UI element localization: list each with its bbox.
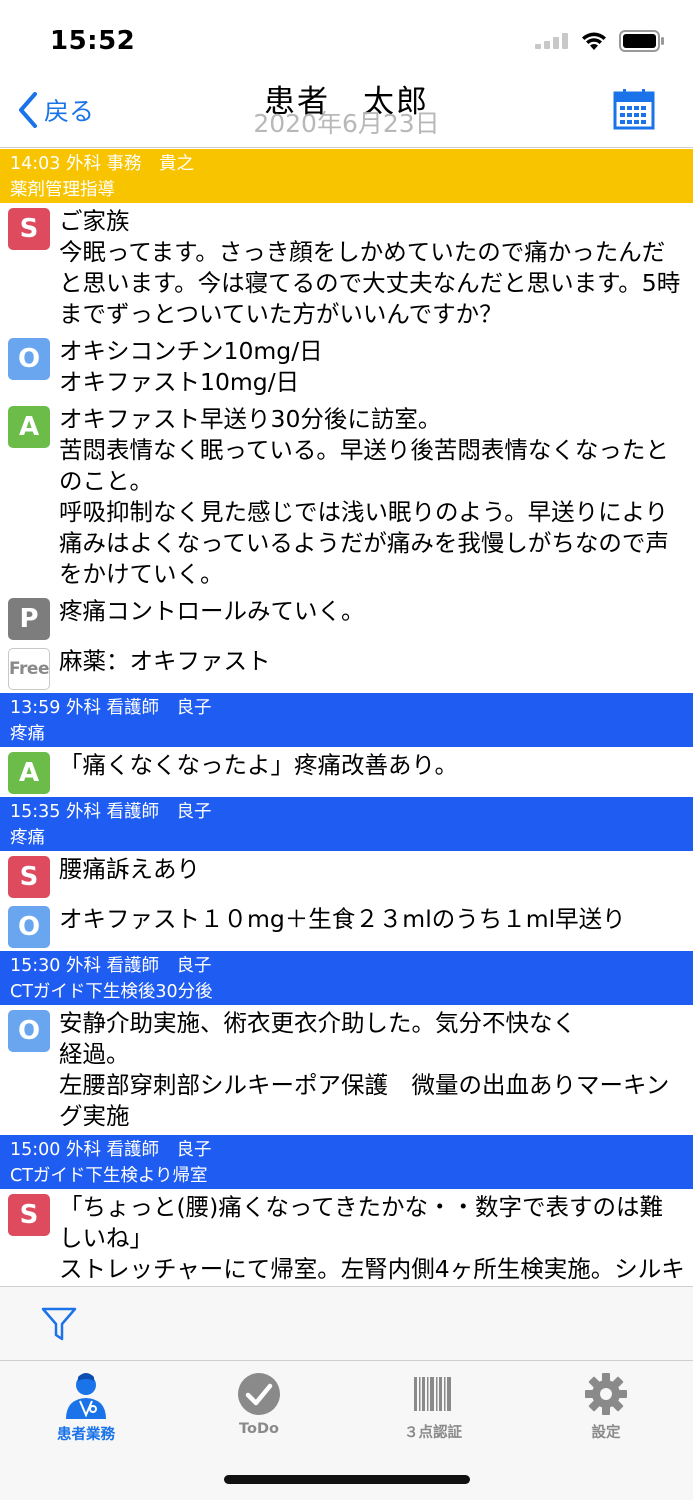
soap-text: 麻薬：オキファスト xyxy=(59,647,271,675)
record-header[interactable]: 13:59 外科 看護師 良子 疼痛 xyxy=(0,693,693,747)
tab-label: ToDo xyxy=(239,1421,279,1437)
soap-text: 「痛くなくなったよ」疼痛改善あり。 xyxy=(59,751,459,779)
record-title: CTガイド下生検後30分後 xyxy=(10,982,213,1002)
home-indicator xyxy=(224,1475,470,1484)
soap-row[interactable]: A 「痛くなくなったよ」疼痛改善あり。 xyxy=(0,747,693,797)
record-header[interactable]: 15:30 外科 看護師 良子 CTガイド下生検後30分後 xyxy=(0,951,693,1005)
record-date: 2020年6月23日 xyxy=(253,109,440,138)
soap-row[interactable]: S ご家族 今眠ってます。さっき顔をしかめていたので痛かったんだと思います。今は寝… xyxy=(0,203,693,333)
record-header[interactable]: 15:00 外科 看護師 良子 CTガイド下生検より帰室 xyxy=(0,1135,693,1189)
soap-badge-o: O xyxy=(8,906,50,948)
tab-label: 患者業務 xyxy=(57,1427,115,1443)
gear-icon xyxy=(585,1373,627,1415)
calendar-button[interactable] xyxy=(613,88,655,134)
soap-row[interactable]: Free 麻薬：オキファスト xyxy=(0,643,693,693)
soap-text: オキシコンチン10mg/日 オキファスト10mg/日 xyxy=(59,337,323,396)
soap-row[interactable]: O オキシコンチン10mg/日 オキファスト10mg/日 xyxy=(0,333,693,401)
battery-icon xyxy=(619,30,664,52)
soap-badge-o: O xyxy=(8,338,50,380)
soap-text: ご家族 今眠ってます。さっき顔をしかめていたので痛かったんだと思います。今は寝て… xyxy=(59,207,681,328)
tab-patient-tasks[interactable]: 患者業務 xyxy=(26,1371,146,1444)
soap-text: オキファスト早送り30分後に訪室。 苦悶表情なく眠っている。早送り後苦悶表情なく… xyxy=(59,405,669,588)
record-meta: 15:30 外科 看護師 良子 xyxy=(10,956,212,976)
barcode-icon xyxy=(414,1377,451,1411)
check-icon xyxy=(238,1373,280,1415)
tab-label: ３点認証 xyxy=(404,1425,462,1441)
filter-icon xyxy=(41,1307,77,1341)
record-title: 疼痛 xyxy=(10,724,45,744)
soap-text: オキファスト１０mg＋生食２３mlのうち１ml早送り xyxy=(59,905,626,933)
soap-text: 腰痛訴えあり xyxy=(59,855,200,883)
status-bar: 15:52 xyxy=(0,0,693,80)
record-meta: 15:00 外科 看護師 良子 xyxy=(10,1140,212,1160)
record-title: 薬剤管理指導 xyxy=(10,180,115,200)
record-list[interactable]: 14:03 外科 事務 貴之 薬剤管理指導 S ご家族 今眠ってます。さっき顔をしかめ… xyxy=(0,149,693,1286)
wifi-icon xyxy=(582,32,606,50)
tab-settings[interactable]: 設定 xyxy=(546,1371,666,1442)
soap-badge-o: O xyxy=(8,1010,50,1052)
soap-row[interactable]: S 腰痛訴えあり xyxy=(0,851,693,901)
record-meta: 15:35 外科 看護師 良子 xyxy=(10,802,212,822)
tab-label: 設定 xyxy=(591,1425,621,1441)
navigation-bar: 戻る 患者 太郎 2020年6月23日 xyxy=(0,80,693,148)
soap-badge-a: A xyxy=(8,406,50,448)
status-icons xyxy=(535,30,665,52)
soap-row[interactable]: O 安静介助実施、術衣更衣介助した。気分不快なく 経過。 左腰部穿刺部シルキーポア… xyxy=(0,1005,693,1135)
calendar-icon xyxy=(613,89,655,130)
soap-badge-s: S xyxy=(8,208,50,250)
soap-badge-s: S xyxy=(8,856,50,898)
tab-three-point-auth[interactable]: ３点認証 xyxy=(373,1371,493,1442)
soap-text: 安静介助実施、術衣更衣介助した。気分不快なく 経過。 左腰部穿刺部シルキーポア保… xyxy=(59,1009,670,1130)
soap-row[interactable]: O オキファスト１０mg＋生食２３mlのうち１ml早送り xyxy=(0,901,693,951)
record-title: 疼痛 xyxy=(10,828,45,848)
filter-button[interactable] xyxy=(40,1305,78,1347)
record-title: CTガイド下生検より帰室 xyxy=(10,1166,208,1186)
soap-row[interactable]: A オキファスト早送り30分後に訪室。 苦悶表情なく眠っている。早送り後苦悶表情な… xyxy=(0,401,693,593)
record-meta: 14:03 外科 事務 貴之 xyxy=(10,154,195,174)
soap-badge-free: Free xyxy=(8,648,50,690)
soap-text: 「ちょっと(腰)痛くなってきたかな・・数字で表すのは難しいね」 ストレッチャーに… xyxy=(59,1193,685,1283)
signal-icon xyxy=(535,33,568,49)
soap-text: 疼痛コントロールみていく。 xyxy=(59,597,365,625)
patient-icon xyxy=(66,1373,106,1419)
soap-row[interactable]: S 「ちょっと(腰)痛くなってきたかな・・数字で表すのは難しいね」 ストレッチャー… xyxy=(0,1189,693,1286)
soap-badge-a: A xyxy=(8,752,50,794)
soap-badge-p: P xyxy=(8,598,50,640)
filter-toolbar xyxy=(0,1286,693,1360)
soap-badge-s: S xyxy=(8,1194,50,1236)
record-meta: 13:59 外科 看護師 良子 xyxy=(10,698,212,718)
record-header[interactable]: 15:35 外科 看護師 良子 疼痛 xyxy=(0,797,693,851)
soap-row[interactable]: P 疼痛コントロールみていく。 xyxy=(0,593,693,643)
status-time: 15:52 xyxy=(50,26,136,56)
tab-todo[interactable]: ToDo xyxy=(199,1371,319,1437)
record-header[interactable]: 14:03 外科 事務 貴之 薬剤管理指導 xyxy=(0,149,693,203)
